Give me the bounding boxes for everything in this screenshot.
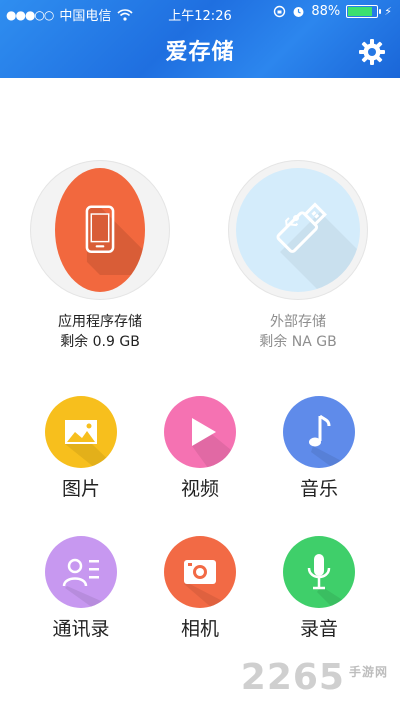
app-video[interactable]: 视频 [155, 396, 245, 501]
phone-icon [85, 205, 145, 275]
external-storage-circle [236, 168, 360, 292]
top-bar: ●●●○○ 中国电信 上午12:26 88% ⚡ 爱存储 [0, 0, 400, 78]
microphone-icon [307, 554, 355, 608]
app-music[interactable]: 音乐 [274, 396, 364, 501]
external-storage-label: 外部存储 剩余 NA GB [228, 312, 368, 352]
rotation-lock-icon [274, 5, 286, 18]
app-storage-remaining: 剩余 0.9 GB [60, 334, 140, 350]
external-storage-button[interactable]: 外部存储 剩余 NA GB [228, 160, 368, 352]
app-contacts[interactable]: 通讯录 [36, 536, 126, 641]
pictures-label: 图片 [61, 478, 100, 500]
battery-icon [346, 5, 382, 18]
play-icon [192, 418, 236, 468]
music-circle [283, 396, 355, 468]
usb-drive-icon [276, 202, 360, 292]
camera-icon [184, 560, 236, 608]
app-storage-circle [55, 168, 145, 292]
contacts-circle [45, 536, 117, 608]
app-storage-button[interactable]: 应用程序存储 剩余 0.9 GB [30, 160, 170, 352]
camera-circle [164, 536, 236, 608]
external-storage-ring [228, 160, 368, 300]
watermark-brand: 2265 [240, 657, 345, 698]
image-icon [65, 420, 117, 468]
contacts-icon [62, 558, 117, 608]
camera-label: 相机 [180, 618, 219, 640]
app-storage-title: 应用程序存储 [58, 314, 142, 330]
video-label: 视频 [180, 478, 219, 500]
app-storage-label: 应用程序存储 剩余 0.9 GB [30, 312, 170, 352]
battery-fill [348, 7, 373, 16]
battery-percent: 88% [311, 4, 341, 19]
recorder-label: 录音 [299, 618, 338, 640]
status-right: 88% ⚡ [273, 4, 392, 19]
watermark-site: 手游网 [348, 665, 388, 679]
external-storage-title: 外部存储 [270, 314, 326, 330]
app-recorder[interactable]: 录音 [274, 536, 364, 641]
app-camera[interactable]: 相机 [155, 536, 245, 641]
status-bar: ●●●○○ 中国电信 上午12:26 88% ⚡ [0, 0, 400, 26]
recorder-circle [283, 536, 355, 608]
app-title: 爱存储 [165, 40, 235, 65]
settings-gear-icon[interactable] [358, 38, 386, 66]
alarm-icon [293, 7, 304, 17]
external-storage-remaining: 剩余 NA GB [259, 334, 337, 350]
pictures-circle [45, 396, 117, 468]
app-pictures[interactable]: 图片 [36, 396, 126, 501]
charging-bolt-icon: ⚡ [384, 5, 392, 18]
app-storage-ring [30, 160, 170, 300]
music-label: 音乐 [299, 478, 338, 500]
music-note-icon [309, 414, 355, 468]
contacts-label: 通讯录 [52, 618, 110, 640]
site-watermark: 2265 手游网 [241, 657, 388, 698]
video-circle [164, 396, 236, 468]
